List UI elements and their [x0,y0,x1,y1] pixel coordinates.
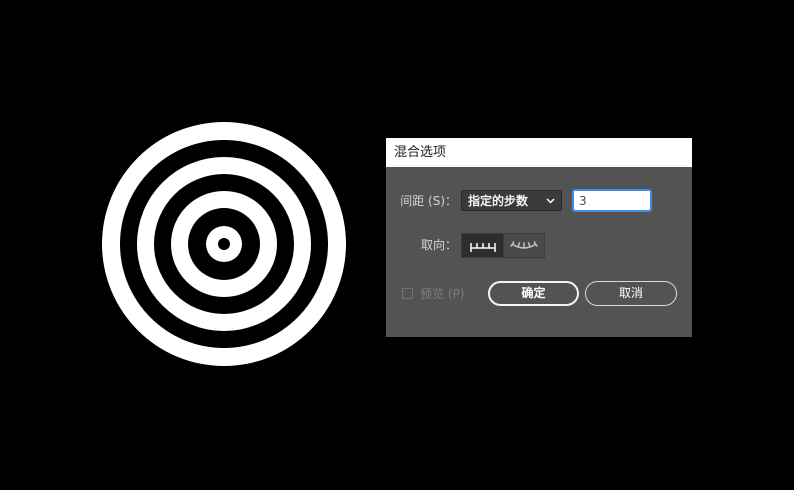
cancel-button[interactable]: 取消 [585,281,677,306]
center-dot [218,238,230,250]
orientation-toggle-group [461,233,545,258]
dialog-titlebar[interactable]: 混合选项 [386,138,692,167]
align-to-page-button[interactable] [462,234,503,257]
align-to-path-icon [510,240,538,249]
chevron-down-icon [546,198,555,204]
steps-input[interactable] [573,190,651,211]
spacing-select[interactable]: 指定的步数 [461,190,562,211]
spacing-label: 间距 (S)： [400,194,457,208]
preview-checkbox[interactable] [402,288,413,299]
align-to-page-icon [469,242,496,252]
dialog-title: 混合选项 [394,145,447,160]
align-to-path-button[interactable] [503,234,544,257]
ok-button[interactable]: 确定 [488,281,579,306]
blend-options-dialog: 混合选项 间距 (S)： 指定的步数 取向： [386,138,692,337]
spacing-select-value: 指定的步数 [468,194,529,208]
preview-label: 预览 (P) [420,287,465,301]
concentric-rings-artwork[interactable] [102,122,346,366]
orientation-label: 取向： [420,238,457,252]
